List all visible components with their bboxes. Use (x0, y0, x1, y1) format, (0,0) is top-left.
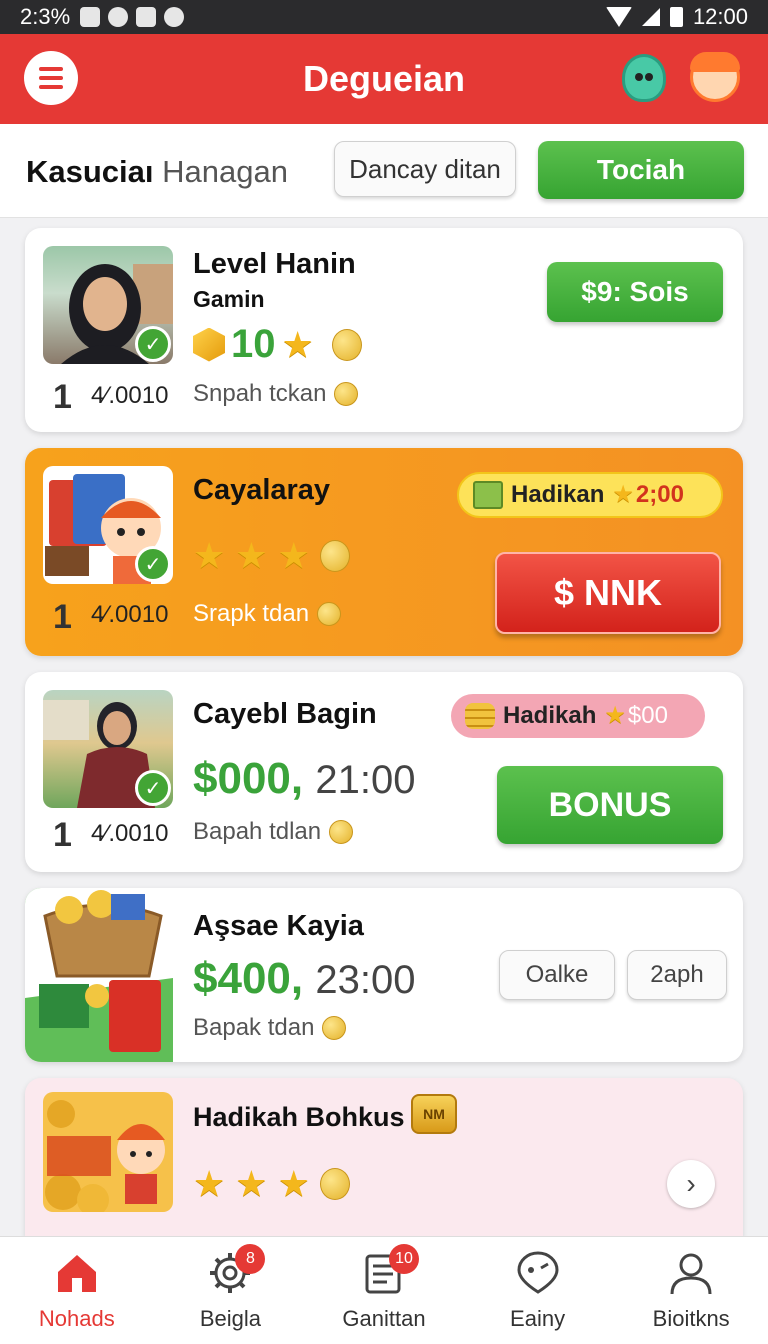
battery-icon (669, 7, 683, 27)
notification-icon (80, 7, 101, 27)
coins-illustration (43, 1092, 173, 1212)
nav-tab-face[interactable]: Eainy (461, 1237, 615, 1344)
star-icon: ★ (612, 481, 634, 508)
signal-icon (641, 8, 660, 26)
primary-action-button[interactable]: Tociah (538, 141, 744, 199)
verified-check-icon: ✓ (135, 770, 171, 806)
card-subtitle: Gamin (193, 286, 265, 312)
star-icon: ★ (193, 1163, 226, 1204)
star-icon: ★ (277, 1163, 310, 1204)
notification-badge: 8 (235, 1244, 266, 1274)
coin-icon (319, 1168, 350, 1200)
rating-row: 10 ★ (193, 322, 362, 367)
rank-value: 4⁄.0010 (91, 601, 169, 628)
card-meta: Srapk tdan (193, 600, 342, 628)
list-item[interactable]: ✓ Cayebl Bagin $000, 21:00 1 4⁄.0010 Bap… (25, 672, 743, 872)
card-meta: Bapak tdan (193, 1014, 347, 1042)
user-photo: ✓ (43, 690, 173, 808)
status-time: 12:00 (692, 4, 748, 29)
coin-icon (331, 328, 362, 361)
profile-avatar[interactable] (690, 52, 740, 102)
notification-icon (108, 7, 129, 27)
rank-value: 4⁄.0010 (91, 820, 169, 847)
notification-icons (80, 7, 185, 27)
price-button[interactable]: $9: Sois (547, 262, 723, 322)
option-button[interactable]: 2aph (627, 950, 727, 1000)
star-rating: ★ ★ ★ (193, 1166, 350, 1202)
bonus-button[interactable]: BONUS (497, 766, 723, 844)
rank-number: 1 (53, 816, 72, 854)
monster-avatar-icon[interactable] (622, 54, 666, 102)
rank-value: 4⁄.0010 (91, 382, 169, 409)
product-thumbnail (43, 1092, 173, 1212)
list-item[interactable]: Hadikah Bohkus NM ★ ★ ★ › (25, 1078, 743, 1238)
chevron-right-icon[interactable]: › (667, 1160, 715, 1208)
coin-icon (334, 382, 359, 406)
reward-pill: Hadikah ★ $00 (451, 694, 705, 738)
notification-icon (164, 7, 185, 27)
list-item[interactable]: ✓ Level Hanin Gamin 10 ★ 1 4⁄.0010 Snpah… (25, 228, 743, 432)
box-icon (193, 327, 225, 362)
nav-tab-settings[interactable]: 8 Beigla (154, 1237, 308, 1344)
rating-value: 10 (231, 322, 276, 366)
rank-number: 1 (53, 378, 72, 416)
app-header: Degueian (0, 34, 768, 124)
card-title: Aşsae Kayia (193, 910, 364, 942)
coin-badge-icon: NM (411, 1094, 457, 1134)
rank-number: 1 (53, 598, 72, 636)
star-icon: ★ (604, 702, 626, 729)
star-icon: ★ (235, 535, 268, 576)
amount: $400, 23:00 (193, 954, 416, 1003)
buy-button[interactable]: $ NNK (495, 552, 721, 634)
face-icon (517, 1251, 559, 1294)
list-item[interactable]: Aşsae Kayia $400, 23:00 Bapak tdan Oalke… (25, 888, 743, 1062)
coin-icon (329, 820, 354, 844)
verified-check-icon: ✓ (135, 546, 171, 582)
filter-button[interactable]: Dancay ditan (334, 141, 516, 197)
profile-icon (670, 1253, 712, 1295)
star-icon: ★ (235, 1163, 268, 1204)
list-item[interactable]: ✓ Cayalaray ★ ★ ★ 1 4⁄.0010 Srapk tdan H… (25, 448, 743, 656)
notification-icon (136, 7, 157, 27)
card-title: Level Hanin (193, 248, 356, 280)
coin-stack-icon (465, 703, 495, 729)
notification-badge: 10 (388, 1244, 419, 1274)
star-icon: ★ (281, 323, 314, 365)
option-button[interactable]: Oalke (499, 950, 615, 1000)
card-meta: Bapah tdlan (193, 818, 354, 846)
coin-icon (322, 1016, 347, 1040)
bottom-navigation: Nohads 8 Beigla 10 Ganittan Eainy Bioitk… (0, 1236, 768, 1344)
section-title: Kasuciaı Hanagan (26, 154, 288, 189)
amount: $000, 21:00 (193, 754, 416, 803)
card-title: Cayebl Bagin (193, 698, 377, 730)
basket-illustration (25, 888, 173, 1062)
card-title: Hadikah Bohkus (193, 1102, 405, 1132)
nav-tab-profile[interactable]: Bioitkns (614, 1237, 768, 1344)
status-bar: 2:3% 12:00 (0, 0, 768, 34)
user-photo: ✓ (43, 246, 173, 364)
product-thumbnail (25, 888, 173, 1062)
gift-box-icon (473, 481, 503, 509)
wifi-icon (605, 7, 632, 27)
nav-tab-home[interactable]: Nohads (0, 1237, 154, 1344)
section-header: Kasuciaı Hanagan Dancay ditan Tociah (0, 124, 768, 218)
star-icon: ★ (193, 535, 226, 576)
star-icon: ★ (277, 535, 310, 576)
home-icon (57, 1255, 96, 1292)
menu-button[interactable] (24, 51, 78, 105)
verified-check-icon: ✓ (135, 326, 171, 362)
card-title: Cayalaray (193, 474, 331, 506)
nav-tab-list[interactable]: 10 Ganittan (307, 1237, 461, 1344)
reward-pill: Hadikan ★ 2;00 (457, 472, 723, 518)
star-rating: ★ ★ ★ (193, 538, 350, 574)
product-thumbnail: ✓ (43, 466, 173, 584)
coin-icon (319, 540, 350, 572)
coin-icon (317, 602, 342, 626)
card-meta: Snpah tckan (193, 380, 359, 408)
status-time-left: 2:3% (20, 4, 71, 29)
